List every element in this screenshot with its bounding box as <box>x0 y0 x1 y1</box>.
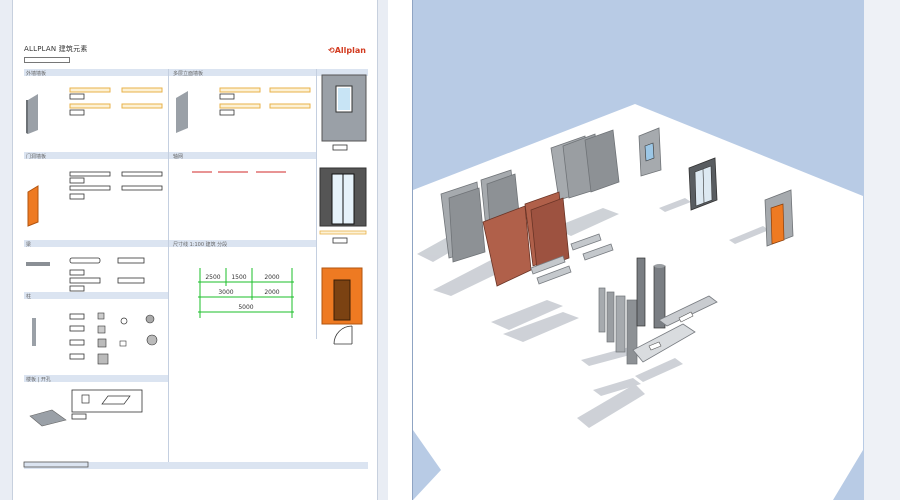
small-box-icons <box>69 93 348 244</box>
window-element-icon <box>321 74 367 142</box>
orange-door-element <box>764 189 794 247</box>
window-wall-element <box>638 127 662 177</box>
dim-text-3000: 3000 <box>218 289 233 296</box>
dim-text-2000b: 2000 <box>264 289 279 296</box>
column-icons <box>32 312 158 365</box>
3d-viewport[interactable] <box>412 0 865 500</box>
wall-layered-icon <box>176 91 188 133</box>
door-swing-icon <box>333 325 353 345</box>
glass-door-icon <box>319 167 367 227</box>
dim-text-5000: 5000 <box>238 304 253 311</box>
orange-door-icon <box>321 267 363 325</box>
3d-scene <box>413 104 863 500</box>
dimension-text: 2500 1500 2000 3000 2000 5000 <box>205 274 279 311</box>
door-wall-line-icons <box>69 171 163 200</box>
dim-text-1500: 1500 <box>231 274 246 281</box>
door-wall-icon <box>27 185 39 227</box>
slab-icons <box>29 389 143 427</box>
footer-title-block <box>23 461 89 468</box>
beam-icon <box>26 257 145 292</box>
wall-panel-icon <box>26 94 38 134</box>
sheet-symbols: 2500 1500 2000 3000 2000 5000 <box>23 74 367 468</box>
dim-text-2000: 2000 <box>264 274 279 281</box>
right-panel-edge <box>864 0 900 500</box>
pane-splitter[interactable] <box>388 0 412 500</box>
dim-text-2500: 2500 <box>205 274 220 281</box>
hatch-strip-icons <box>69 87 311 109</box>
